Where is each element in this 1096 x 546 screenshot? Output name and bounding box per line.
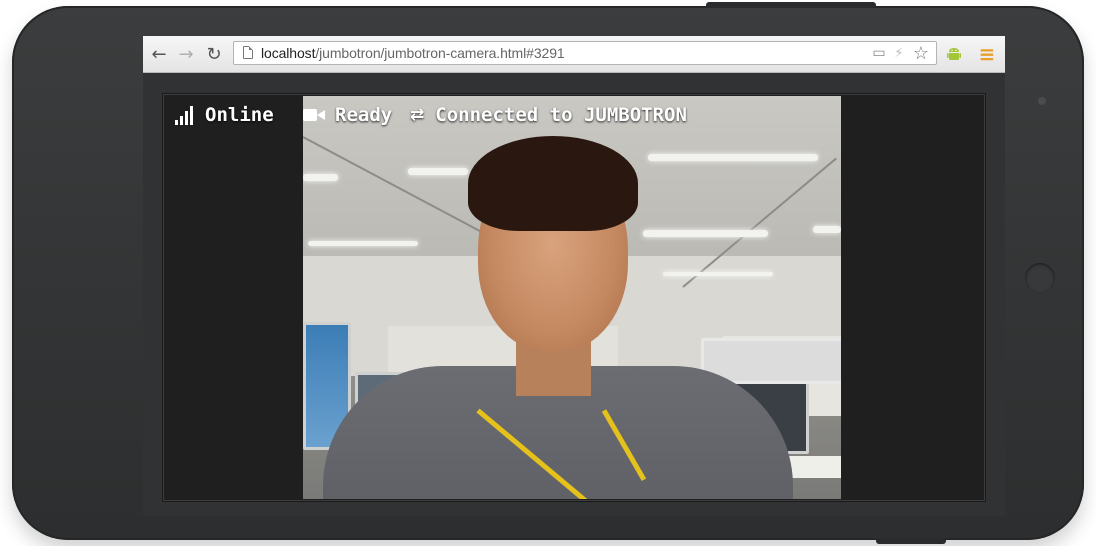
phone-volume-button: [876, 538, 946, 544]
browser-toolbar: ← → ↻ localhost/jumbotron/jumbotron-came…: [143, 36, 1005, 73]
forward-icon: →: [178, 43, 194, 65]
ceiling-light: [308, 241, 418, 246]
chrome-menu-button[interactable]: ≡: [976, 42, 998, 66]
camera-video-feed: [303, 96, 841, 499]
network-status: Online: [175, 104, 274, 126]
ceiling-light: [408, 168, 468, 175]
ceiling-light: [648, 154, 818, 161]
reload-button[interactable]: ↻: [203, 43, 225, 65]
back-icon: ←: [151, 43, 167, 65]
phone-power-button: [706, 2, 876, 8]
reload-icon: ↻: [206, 43, 222, 65]
ceiling-light: [663, 272, 773, 276]
phone-screen: ← → ↻ localhost/jumbotron/jumbotron-came…: [143, 36, 1005, 516]
swap-arrows-icon: ⇄: [410, 105, 425, 125]
phone-frame: ← → ↻ localhost/jumbotron/jumbotron-came…: [12, 6, 1084, 540]
camera-permission-icon[interactable]: ▭: [870, 44, 888, 62]
phone-speaker: [1025, 263, 1055, 293]
camera-status: Ready: [303, 104, 392, 126]
proximity-sensor: [1038, 97, 1046, 105]
ceiling-light: [303, 174, 338, 181]
menu-icon: ≡: [978, 42, 996, 66]
url-host: localhost: [261, 45, 316, 61]
video-camera-icon: [303, 108, 325, 122]
android-extension-button[interactable]: [943, 43, 965, 65]
back-button[interactable]: ←: [148, 43, 170, 65]
page-viewport: Online Ready ⇄ Connected to JUMBOTRON: [162, 93, 986, 502]
connection-status: ⇄ Connected to JUMBOTRON: [410, 104, 687, 126]
flash-icon[interactable]: ⚡: [892, 44, 906, 62]
page-icon: [243, 46, 253, 59]
connection-status-label: Connected to JUMBOTRON: [435, 104, 687, 126]
ceiling-light: [813, 226, 841, 233]
android-icon: [947, 47, 961, 60]
jumbotron-status-bar: Online Ready ⇄ Connected to JUMBOTRON: [163, 98, 985, 132]
forward-button[interactable]: →: [175, 43, 197, 65]
person-hair: [468, 136, 638, 231]
ceiling-light: [643, 230, 768, 237]
network-status-label: Online: [205, 104, 274, 126]
signal-strength-icon: [175, 105, 195, 125]
bookmark-star-icon[interactable]: ☆: [912, 43, 930, 64]
url-path: /jumbotron/jumbotron-camera.html#3291: [315, 45, 565, 61]
camera-status-label: Ready: [335, 104, 393, 126]
url-text[interactable]: localhost/jumbotron/jumbotron-camera.htm…: [261, 45, 565, 61]
address-bar[interactable]: localhost/jumbotron/jumbotron-camera.htm…: [233, 41, 937, 65]
